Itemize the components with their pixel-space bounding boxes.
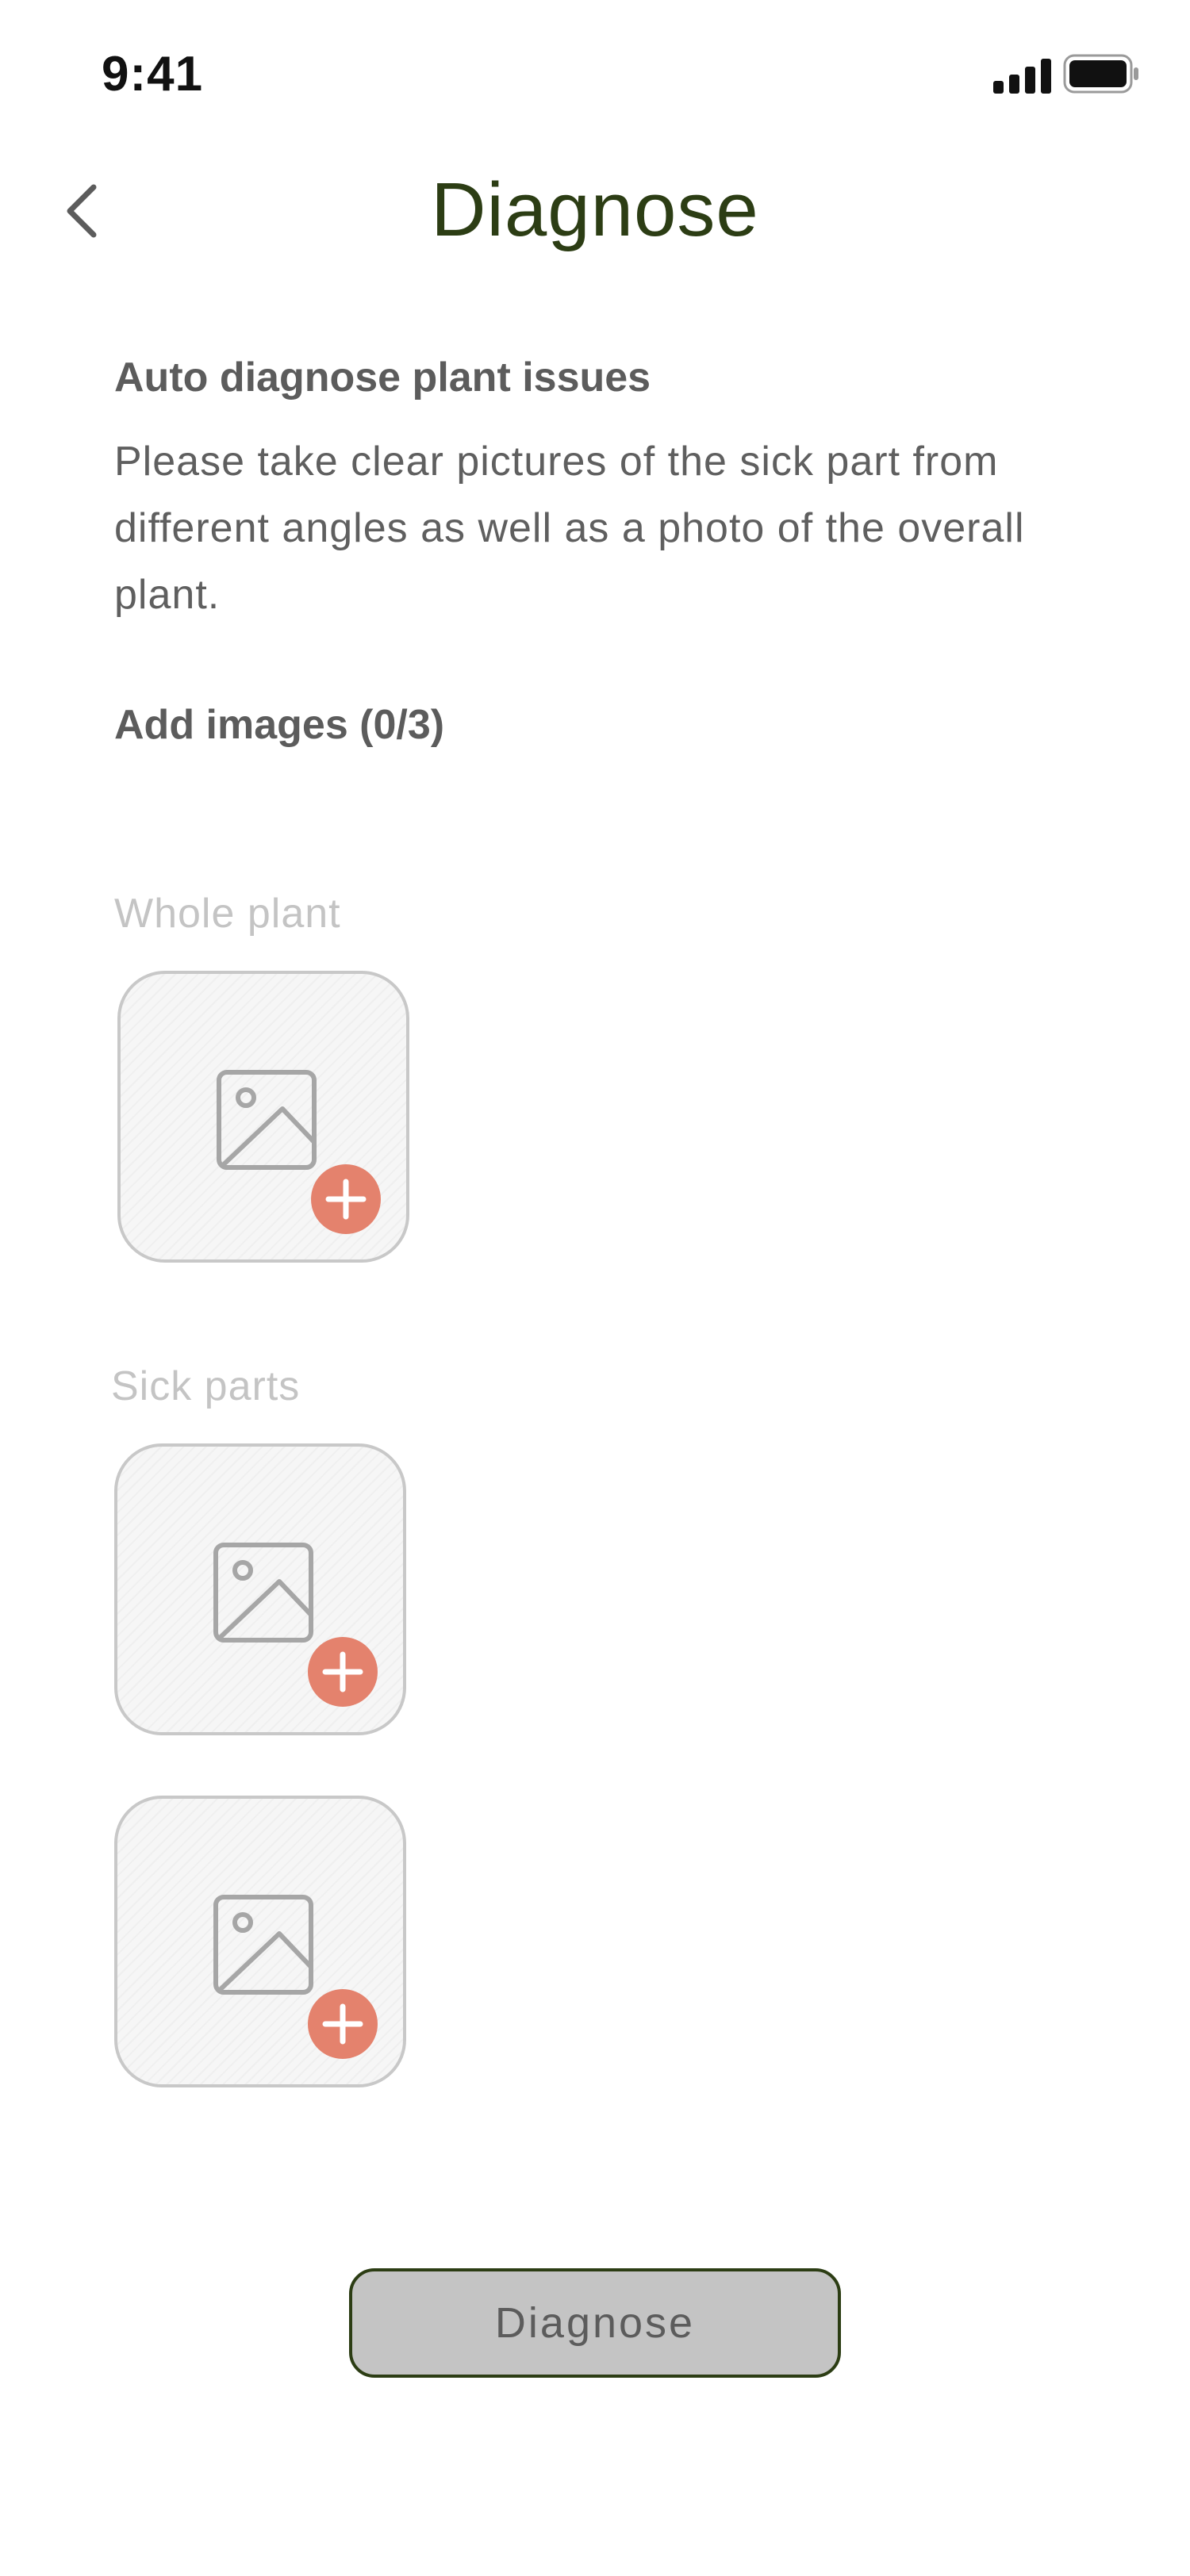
image-placeholder-icon	[217, 1070, 317, 1170]
image-placeholder-icon	[213, 1895, 313, 1995]
battery-icon	[1063, 54, 1138, 94]
plus-circle-icon[interactable]	[308, 1989, 378, 2059]
sick-part-upload-slot-2[interactable]	[114, 1796, 406, 2087]
diagnose-button[interactable]: Diagnose	[349, 2268, 841, 2378]
intro-heading: Auto diagnose plant issues	[114, 355, 651, 401]
intro-description: Please take clear pictures of the sick p…	[114, 439, 1025, 618]
whole-plant-label: Whole plant	[114, 891, 341, 937]
sick-parts-label: Sick parts	[111, 1363, 301, 1409]
whole-plant-upload-slot[interactable]	[117, 971, 409, 1263]
image-placeholder-icon	[213, 1543, 313, 1643]
cellular-signal-icon	[993, 59, 1051, 94]
status-time: 9:41	[102, 47, 204, 102]
page-title: Diagnose	[431, 167, 759, 252]
plus-circle-icon[interactable]	[311, 1164, 381, 1234]
plus-circle-icon[interactable]	[308, 1637, 378, 1707]
sick-part-upload-slot-1[interactable]	[114, 1443, 406, 1735]
add-images-heading: Add images (0/3)	[114, 702, 445, 748]
